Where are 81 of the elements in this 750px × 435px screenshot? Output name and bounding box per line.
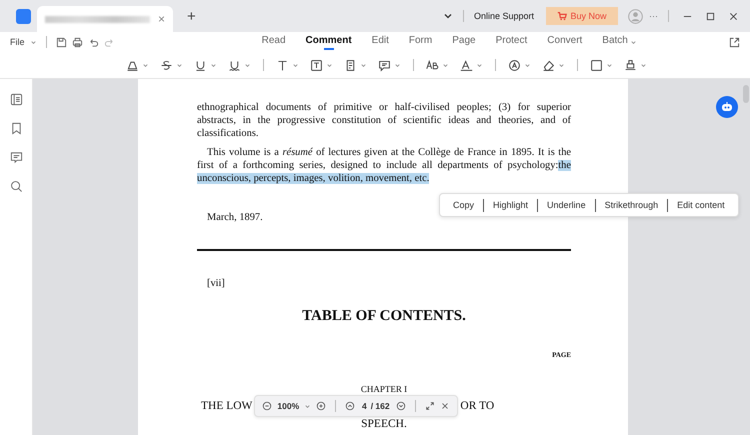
menu-item[interactable]: Edit content (668, 200, 734, 210)
caret-icon (176, 62, 182, 68)
squiggly-icon[interactable] (228, 58, 240, 72)
menu-item[interactable]: Strikethrough (596, 200, 668, 210)
close-icon[interactable] (729, 12, 738, 20)
print-icon[interactable] (72, 36, 83, 48)
caret-icon (292, 62, 298, 68)
menu-item[interactable]: Copy (444, 200, 484, 210)
file-menu[interactable]: File (10, 37, 25, 47)
ribbon-tab[interactable]: Comment (306, 34, 352, 50)
save-icon[interactable] (56, 36, 67, 48)
caret-icon (210, 62, 216, 68)
ribbon-tab[interactable]: Convert (547, 34, 582, 50)
paragraph: This volume is a résumé of lectures given at the Collège de France in 1895. It is the first of a forthcoming series, designed to include all departments of psychology:the unconscious, percepts, images, volition, movement, etc. (197, 146, 571, 185)
cart-icon (557, 11, 568, 21)
replace-icon[interactable] (426, 58, 438, 72)
ribbon-tab[interactable]: Batch (602, 34, 628, 50)
caret-icon (640, 62, 646, 68)
date-text: March, 1897. (207, 211, 263, 224)
menu-item[interactable]: Highlight (484, 200, 538, 210)
undo-icon[interactable] (88, 36, 99, 48)
document-tab[interactable]: × (37, 6, 173, 32)
chapter-title: OR TO (460, 400, 494, 412)
page-number: [vii] (207, 277, 225, 290)
maximize-icon[interactable] (706, 12, 715, 20)
caret-icon (360, 62, 366, 68)
chapter-heading: CHAPTER I (360, 384, 408, 394)
caret-icon (442, 62, 448, 68)
caret-icon (606, 62, 612, 68)
comment-icon[interactable] (10, 151, 22, 164)
ribbon-tab[interactable]: Form (408, 34, 432, 50)
caret-icon (524, 62, 530, 68)
close-icon[interactable]: × (158, 12, 165, 26)
scrollbar-thumb[interactable] (743, 85, 749, 103)
insert-icon[interactable] (460, 58, 472, 72)
caret-icon (558, 62, 564, 68)
previous-page-icon[interactable] (345, 401, 356, 411)
menu-item[interactable]: Underline (538, 200, 595, 210)
thumbnails-icon[interactable] (10, 93, 22, 106)
ribbon-tab[interactable]: Page (452, 34, 476, 50)
textbox-icon[interactable] (310, 58, 322, 72)
caret-icon (476, 62, 482, 68)
ribbon-tab[interactable]: Protect (496, 34, 528, 50)
caret-icon (244, 62, 250, 68)
robot-icon (720, 100, 734, 114)
caret-icon (142, 62, 148, 68)
caret-icon (326, 62, 332, 68)
close-icon[interactable] (440, 401, 450, 411)
app-logo[interactable] (16, 8, 31, 24)
assistant-button[interactable] (716, 96, 738, 118)
zoom-dropdown[interactable]: 100% (277, 400, 300, 412)
caret-icon (394, 62, 400, 68)
underline-icon[interactable] (194, 58, 206, 72)
new-tab-button[interactable]: + (187, 8, 196, 24)
stamp-a-icon[interactable] (508, 58, 520, 72)
zoom-in-icon[interactable] (316, 401, 326, 411)
strike-icon[interactable] (160, 58, 172, 72)
sign-icon[interactable] (624, 58, 636, 72)
text-icon[interactable] (276, 58, 288, 72)
paragraph: ethnographical documents of primitive or half-civilised peoples; (3) for superior abstracts, in the progressive constitution of scientific ideas and theories, and of classifications. (197, 101, 571, 140)
page-total: / 162 (370, 400, 390, 412)
next-page-icon[interactable] (396, 401, 406, 411)
shape-icon[interactable] (590, 58, 602, 72)
ribbon-tab[interactable]: Edit (372, 34, 389, 50)
ribbon-tab[interactable]: Read (262, 34, 286, 50)
bookmark-icon[interactable] (10, 122, 22, 135)
caret-icon (30, 38, 37, 46)
chevron-down-icon[interactable] (442, 11, 453, 21)
search-icon[interactable] (10, 180, 22, 193)
online-support-link[interactable]: Online Support (474, 11, 534, 21)
eraser-icon[interactable] (542, 58, 554, 72)
page-input[interactable]: 4 (362, 400, 367, 412)
contents-heading: TABLE OF CONTENTS. (301, 310, 467, 323)
fullscreen-icon[interactable] (425, 401, 436, 411)
comment-icon[interactable] (378, 58, 390, 72)
zoom-out-icon[interactable] (262, 401, 272, 411)
caret-icon (304, 402, 312, 410)
chapter-title: THE LOW (201, 400, 252, 412)
more-button[interactable]: ··· (649, 11, 658, 21)
pop-out-icon[interactable] (729, 36, 740, 48)
chapter-title: SPEECH. (361, 418, 407, 430)
